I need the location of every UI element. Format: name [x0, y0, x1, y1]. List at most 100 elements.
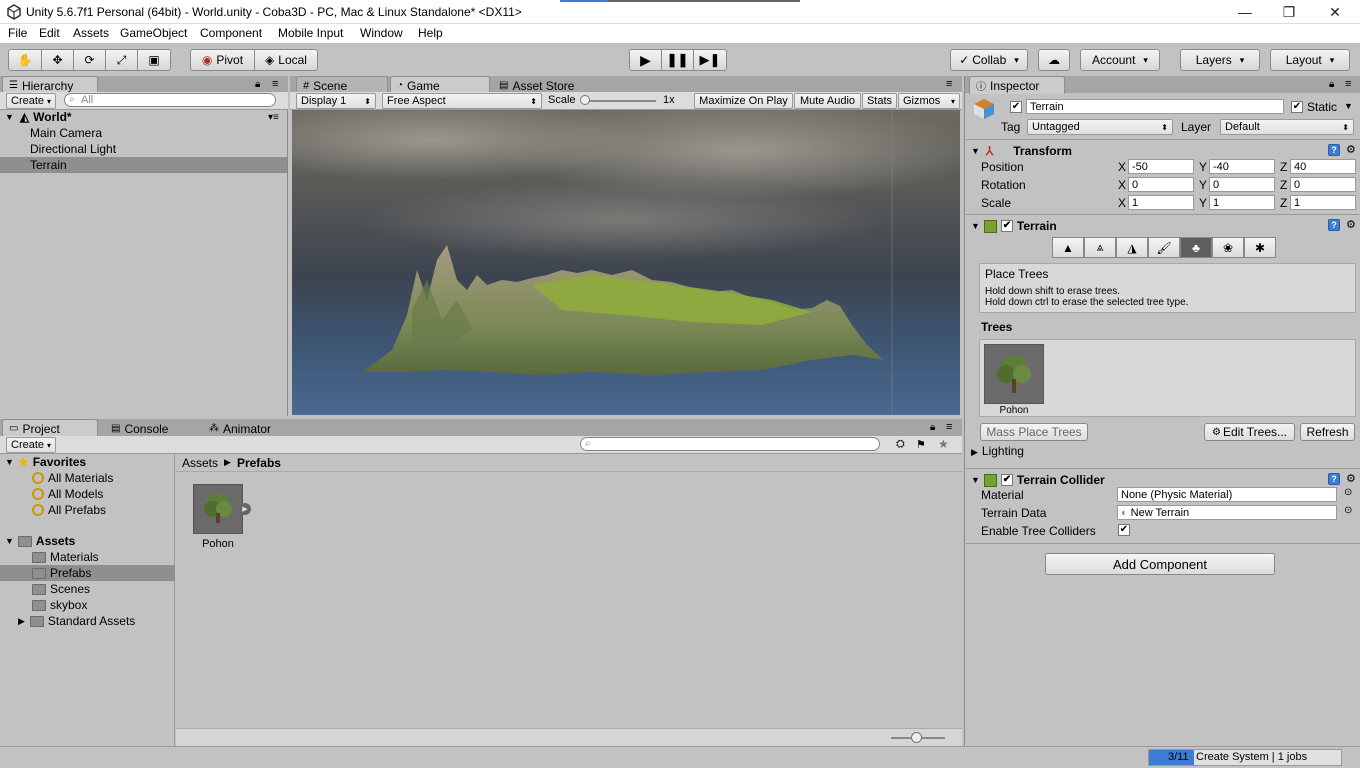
gear-icon[interactable]: ⚙ [1346, 218, 1356, 231]
menu-help[interactable]: Help [418, 26, 443, 40]
collab-dropdown[interactable]: ✓ Collab [950, 49, 1028, 71]
terrain-data-field[interactable]: ◐ New Terrain [1117, 505, 1337, 520]
terrain-settings-tool[interactable]: ✱ [1244, 237, 1276, 258]
scale-slider-track[interactable] [584, 100, 656, 102]
tab-inspector[interactable]: ⓘ Inspector [969, 76, 1065, 94]
layers-dropdown[interactable]: Layers [1180, 49, 1260, 71]
refresh-button[interactable]: Refresh [1300, 423, 1355, 441]
favorites-header[interactable]: ▼ ★ Favorites [0, 454, 175, 470]
tab-project[interactable]: ▭ Project [2, 419, 98, 437]
gear-icon[interactable]: ⚙ [1346, 472, 1356, 485]
static-dropdown-icon[interactable]: ▼ [1344, 101, 1353, 111]
maximize-on-play-toggle[interactable]: Maximize On Play [694, 93, 793, 109]
pause-button[interactable]: ❚❚ [661, 49, 694, 71]
pivot-button[interactable]: ◉ Pivot [190, 49, 255, 71]
favorite-item[interactable]: All Prefabs [0, 502, 175, 518]
filter-by-type-icon[interactable]: ⛭ [896, 438, 905, 451]
mass-place-trees-button[interactable]: Mass Place Trees [980, 423, 1088, 441]
menu-component[interactable]: Component [200, 26, 262, 40]
tab-animator[interactable]: ⁂ Animator [202, 419, 298, 437]
transform-header[interactable]: ▼ ⅄ Transform ? ⚙ [966, 141, 1360, 161]
asset-thumbnail[interactable] [193, 484, 243, 534]
display-dropdown[interactable]: Display 1 ⬍ [296, 93, 376, 109]
scale-x-field[interactable]: 1 [1128, 195, 1194, 210]
rotation-x-field[interactable]: 0 [1128, 177, 1194, 192]
help-icon[interactable]: ? [1328, 473, 1340, 485]
stats-toggle[interactable]: Stats [862, 93, 897, 109]
position-y-field[interactable]: -40 [1209, 159, 1275, 174]
aspect-dropdown[interactable]: Free Aspect ⬍ [382, 93, 542, 109]
menu-gameobject[interactable]: GameObject [120, 26, 187, 40]
scene-menu-icon[interactable]: ▾≡ [268, 112, 279, 123]
minimize-button[interactable]: — [1222, 0, 1268, 24]
scene-root[interactable]: ▼ ◭ World* ▾≡ [0, 109, 287, 125]
object-name-field[interactable]: Terrain [1026, 99, 1284, 114]
assets-header[interactable]: ▼ Assets [0, 533, 175, 549]
scale-y-field[interactable]: 1 [1209, 195, 1275, 210]
favorite-star-icon[interactable]: ★ [938, 437, 949, 451]
panel-menu-icon[interactable]: ≡ [1345, 78, 1351, 90]
menu-file[interactable]: File [8, 26, 27, 40]
cloud-button[interactable]: ☁ [1038, 49, 1070, 71]
folder-item[interactable]: Materials [0, 549, 175, 565]
lock-icon[interactable]: 🔒︎ [1329, 79, 1334, 90]
add-component-button[interactable]: Add Component [1045, 553, 1275, 575]
rotate-tool-button[interactable]: ⟳ [73, 49, 106, 71]
active-checkbox[interactable]: ✔ [1010, 101, 1022, 113]
hierarchy-create-dropdown[interactable]: Create ▾ [6, 93, 56, 109]
terrain-enabled-checkbox[interactable]: ✔ [1000, 220, 1013, 232]
panel-menu-icon[interactable]: ≡ [946, 421, 952, 433]
hierarchy-item-terrain[interactable]: Terrain [0, 157, 287, 173]
scale-slider-handle[interactable] [580, 95, 590, 105]
project-create-dropdown[interactable]: Create ▾ [6, 437, 56, 453]
menu-mobile-input[interactable]: Mobile Input [278, 26, 343, 40]
favorite-item[interactable]: All Materials [0, 470, 175, 486]
panel-menu-icon[interactable]: ≡ [272, 78, 278, 90]
menu-edit[interactable]: Edit [39, 26, 60, 40]
close-button[interactable]: ✕ [1312, 0, 1358, 24]
hierarchy-item-directional-light[interactable]: Directional Light [0, 141, 287, 157]
icon-size-slider-handle[interactable] [911, 732, 922, 743]
game-viewport[interactable] [292, 110, 960, 415]
breadcrumb-prefabs[interactable]: Prefabs [237, 456, 281, 470]
scale-z-field[interactable]: 1 [1290, 195, 1356, 210]
breadcrumb-assets[interactable]: Assets [182, 456, 218, 470]
lock-icon[interactable]: 🔒︎ [930, 422, 935, 433]
raise-lower-terrain-tool[interactable]: ▲ [1052, 237, 1084, 258]
object-picker-icon[interactable]: ⊙ [1344, 505, 1352, 516]
folder-item[interactable]: ▶ Standard Assets [0, 613, 175, 629]
expand-prefab-icon[interactable]: ▶ [239, 503, 251, 515]
terrain-component-header[interactable]: ▼ ✔ Terrain ? ⚙ [966, 216, 1360, 236]
rotation-y-field[interactable]: 0 [1209, 177, 1275, 192]
tree-prototype-thumbnail[interactable] [984, 344, 1044, 404]
paint-details-tool[interactable]: ❀ [1212, 237, 1244, 258]
move-tool-button[interactable]: ✥ [41, 49, 74, 71]
paint-texture-tool[interactable]: 🖌︎ [1148, 237, 1180, 258]
lighting-foldout[interactable]: ▶ Lighting [971, 444, 1024, 458]
filter-by-label-icon[interactable]: ⚑ [916, 438, 926, 451]
collider-enabled-checkbox[interactable]: ✔ [1000, 474, 1013, 486]
folder-item-selected[interactable]: Prefabs [0, 565, 175, 581]
rect-tool-button[interactable]: ▣ [137, 49, 171, 71]
maximize-button[interactable]: ❐ [1266, 0, 1312, 24]
hand-tool-button[interactable]: ✋ [8, 49, 42, 71]
tag-dropdown[interactable]: Untagged ⬍ [1027, 119, 1173, 135]
favorite-item[interactable]: All Models [0, 486, 175, 502]
hierarchy-search-input[interactable]: ⌕ All [64, 93, 276, 107]
rotation-z-field[interactable]: 0 [1290, 177, 1356, 192]
tree-colliders-checkbox[interactable]: ✔ [1118, 524, 1130, 536]
tab-console[interactable]: ▤ Console [104, 419, 200, 437]
place-trees-tool[interactable]: ♣ [1180, 237, 1212, 258]
help-icon[interactable]: ? [1328, 219, 1340, 231]
static-checkbox[interactable]: ✔ [1291, 101, 1303, 113]
project-search-input[interactable]: ⌕ [580, 437, 880, 451]
play-button[interactable]: ▶ [629, 49, 662, 71]
gear-icon[interactable]: ⚙ [1346, 143, 1356, 156]
gizmos-dropdown[interactable]: Gizmos ▾ [898, 93, 960, 109]
folder-item[interactable]: Scenes [0, 581, 175, 597]
edit-trees-button[interactable]: ⚙ Edit Trees... [1204, 423, 1295, 441]
scale-tool-button[interactable]: ⤢ [105, 49, 138, 71]
layout-dropdown[interactable]: Layout [1270, 49, 1350, 71]
object-picker-icon[interactable]: ⊙ [1344, 487, 1352, 498]
folder-item[interactable]: skybox [0, 597, 175, 613]
